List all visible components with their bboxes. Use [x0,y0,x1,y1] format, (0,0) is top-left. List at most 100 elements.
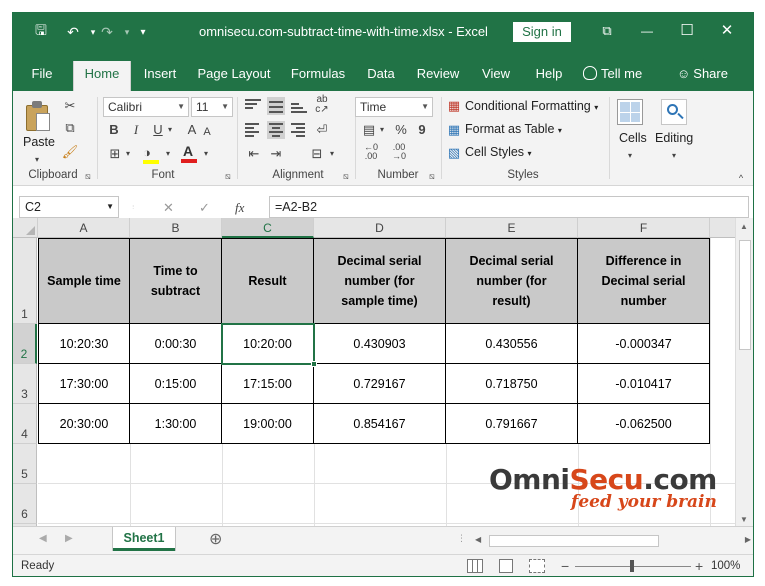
table-cell[interactable]: 0.718750 [446,364,578,404]
formula-input[interactable]: =A2-B2 [269,196,749,218]
column-header-c[interactable]: C [222,218,314,238]
table-cell[interactable]: 0:00:30 [130,324,222,364]
sheet-tab-sheet1[interactable]: Sheet1 [113,527,175,551]
tab-data[interactable]: Data [361,61,401,91]
comma-style-button[interactable]: 9 [415,121,429,139]
bold-button[interactable]: B [107,121,121,139]
cell-styles-icon[interactable]: ▧ [445,144,463,162]
formula-bar-handle-icon[interactable]: ⋮ [131,204,135,209]
row-header-4[interactable]: 4 [13,404,37,444]
italic-button[interactable]: I [129,121,143,139]
align-left-icon[interactable] [245,123,261,137]
column-header-b[interactable]: B [130,218,222,238]
collapse-ribbon-icon[interactable]: ^ [735,169,747,187]
table-cell[interactable]: 19:00:00 [222,404,314,444]
merge-dropdown-icon[interactable]: ▾ [327,145,337,163]
page-layout-view-icon[interactable] [499,559,513,573]
grow-font-button[interactable]: A [185,121,199,139]
cells-button[interactable]: Cells [619,131,647,145]
zoom-level[interactable]: 100% [711,560,740,572]
insert-function-icon[interactable]: fx [235,200,244,216]
tab-help[interactable]: Help [527,61,571,91]
align-middle-icon[interactable] [267,97,285,115]
tab-insert[interactable]: Insert [137,61,183,91]
scroll-left-icon[interactable]: ◀ [475,535,481,544]
accounting-format-icon[interactable]: ▤ [359,121,379,139]
decrease-decimal-icon[interactable]: .00 →0 [387,143,411,161]
table-cell[interactable]: -0.062500 [578,404,710,444]
select-all-corner[interactable] [13,218,38,238]
minimize-icon[interactable]: — [629,19,665,43]
tell-me-search[interactable]: Tell me [583,61,653,91]
undo-icon[interactable]: ↶ [63,22,83,42]
tab-view[interactable]: View [475,61,517,91]
percent-style-button[interactable]: % [393,121,409,139]
table-cell[interactable]: -0.010417 [578,364,710,404]
scroll-up-icon[interactable]: ▲ [740,222,748,231]
font-color-icon[interactable]: A [179,143,199,165]
increase-indent-icon[interactable]: ⇥ [267,145,285,163]
header-cell-decimal-result[interactable]: Decimal serial number (for result) [446,239,578,324]
table-cell[interactable]: 17:15:00 [222,364,314,404]
column-header-d[interactable]: D [314,218,446,238]
table-cell[interactable]: 1:30:00 [130,404,222,444]
editing-dropdown-icon[interactable]: ▾ [669,147,679,165]
maximize-icon[interactable]: ☐ [669,19,705,43]
table-cell[interactable]: 10:20:30 [39,324,130,364]
paste-dropdown-icon[interactable]: ▾ [35,151,39,169]
cell-styles-button[interactable]: Cell Styles ▾ [465,145,532,159]
column-header-g[interactable] [710,218,735,238]
horizontal-split-handle-icon[interactable]: ⋮ [457,533,466,544]
tab-page-layout[interactable]: Page Layout [193,61,275,91]
horizontal-scrollbar[interactable]: ◀ ▶ [473,533,753,549]
conditional-formatting-button[interactable]: Conditional Formatting ▾ [465,99,598,113]
column-header-a[interactable]: A [38,218,130,238]
vertical-scrollbar[interactable]: ▲ ▼ [735,218,753,526]
paste-icon[interactable] [23,99,53,133]
fill-color-icon[interactable]: ◑ [141,145,163,165]
table-cell[interactable]: 0.791667 [446,404,578,444]
customize-toolbar-icon[interactable]: ▾ [133,22,153,42]
header-cell-sample-time[interactable]: Sample time [39,239,130,324]
shrink-font-button[interactable]: A [201,123,213,141]
accounting-dropdown-icon[interactable]: ▾ [377,121,387,139]
orientation-icon[interactable]: ab c↗ [313,95,331,115]
conditional-formatting-icon[interactable]: ▦ [445,97,463,115]
borders-dropdown-icon[interactable]: ▾ [123,145,133,163]
row-header-6[interactable]: 6 [13,484,37,524]
ribbon-display-options-icon[interactable]: ⧉ [589,19,625,43]
scroll-sheets-left-icon[interactable]: ◀ [39,533,47,544]
cut-icon[interactable]: ✂ [61,97,79,115]
save-icon[interactable]: 🖫 [31,22,51,42]
editing-search-icon[interactable] [661,99,687,125]
header-cell-time-to-subtract[interactable]: Time to subtract [130,239,222,324]
header-cell-decimal-sample[interactable]: Decimal serial number (for sample time) [314,239,446,324]
row-header-2[interactable]: 2 [13,324,37,364]
align-top-icon[interactable] [245,99,261,113]
align-right-icon[interactable] [291,123,307,137]
format-painter-icon[interactable]: 🖌 [61,143,79,161]
scroll-sheets-right-icon[interactable]: ▶ [65,533,73,544]
row-header-1[interactable]: 1 [13,238,37,324]
header-cell-result[interactable]: Result [222,239,314,324]
scroll-right-icon[interactable]: ▶ [745,535,751,544]
table-cell[interactable]: 0.430556 [446,324,578,364]
merge-center-icon[interactable]: ⊟ [307,145,327,163]
cells-icon[interactable] [617,99,643,125]
row-header-5[interactable]: 5 [13,444,37,484]
fill-color-dropdown-icon[interactable]: ▾ [163,145,173,163]
enter-icon[interactable]: ✓ [199,200,210,216]
tab-file[interactable]: File [21,61,63,91]
borders-icon[interactable]: ⊞ [107,145,123,163]
name-box[interactable]: C2 ▼ [19,196,119,218]
font-size-select[interactable]: 11 ▼ [191,97,233,117]
zoom-slider-thumb[interactable] [630,560,634,572]
align-bottom-icon[interactable] [291,99,307,113]
horizontal-scroll-thumb[interactable] [489,535,659,547]
fill-handle[interactable] [311,361,317,367]
zoom-in-button[interactable]: + [695,558,703,574]
column-header-f[interactable]: F [578,218,710,238]
table-cell[interactable]: 0:15:00 [130,364,222,404]
table-cell[interactable]: 17:30:00 [39,364,130,404]
font-color-dropdown-icon[interactable]: ▾ [201,145,211,163]
